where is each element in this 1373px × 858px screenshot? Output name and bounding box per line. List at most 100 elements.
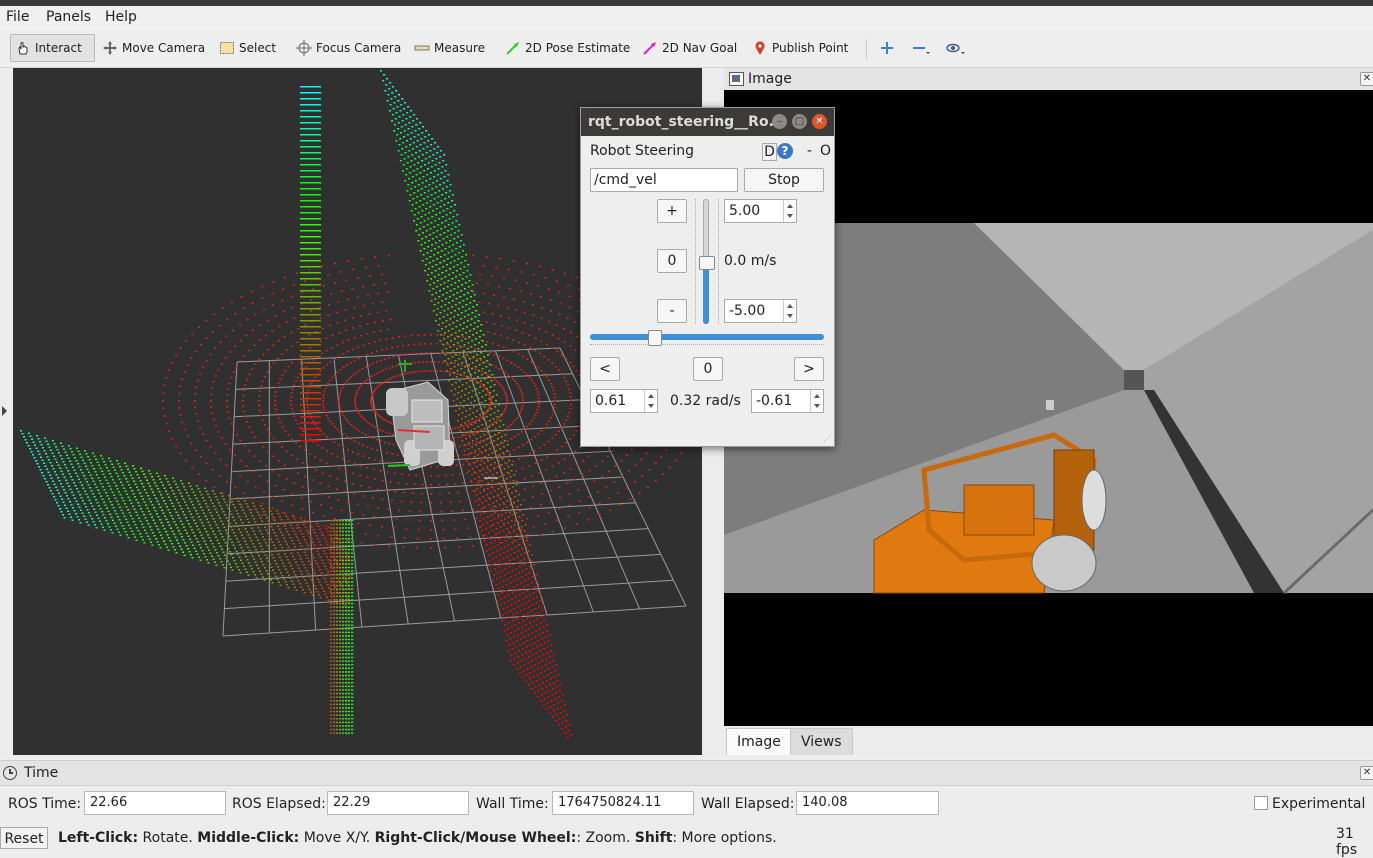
increase-linear-button[interactable]: + bbox=[657, 199, 687, 223]
angular-velocity-readout: 0.32 rad/s bbox=[670, 393, 741, 409]
fps-counter: 31 fps bbox=[1336, 826, 1373, 858]
time-panel: Time ✕ ROS Time: 22.66 ROS Elapsed: 22.2… bbox=[0, 760, 1373, 826]
wall-elapsed-field[interactable]: 140.08 bbox=[796, 791, 939, 815]
stop-button[interactable]: Stop bbox=[744, 168, 824, 192]
select-label: Select bbox=[239, 41, 276, 55]
hand-pointer-icon bbox=[15, 40, 31, 56]
minimize-plugin-button[interactable]: - bbox=[807, 143, 812, 159]
topic-input[interactable]: /cmd_vel bbox=[590, 168, 738, 192]
measure-tool-button[interactable]: Measure bbox=[410, 34, 489, 62]
toolbar-divider bbox=[866, 39, 867, 59]
robot-steering-window-title: rqt_robot_steering__Ro... bbox=[588, 114, 785, 130]
hint-middle-click: Middle-Click: bbox=[197, 830, 299, 846]
experimental-checkbox[interactable] bbox=[1254, 796, 1268, 810]
linear-min-value: -5.00 bbox=[729, 303, 765, 319]
expand-arrow-icon[interactable] bbox=[2, 406, 7, 416]
remove-tool-button[interactable] bbox=[907, 34, 935, 62]
measure-label: Measure bbox=[434, 41, 485, 55]
select-tool-button[interactable]: Select bbox=[215, 34, 280, 62]
time-panel-title: Time bbox=[24, 765, 58, 781]
hint-move: Move X/Y. bbox=[299, 830, 374, 846]
nav-goal-label: 2D Nav Goal bbox=[662, 41, 737, 55]
experimental-label: Experimental bbox=[1272, 796, 1365, 812]
image-panel-titlebar: Image ✕ bbox=[724, 68, 1373, 91]
focus-camera-tool-button[interactable]: Focus Camera bbox=[292, 34, 405, 62]
close-plugin-button[interactable]: O bbox=[820, 143, 831, 159]
ruler-icon bbox=[414, 40, 430, 56]
turn-right-button[interactable]: > bbox=[794, 357, 824, 381]
move-camera-label: Move Camera bbox=[122, 41, 205, 55]
turn-left-button[interactable]: < bbox=[590, 357, 620, 381]
angular-max-spinbox[interactable]: 0.61 bbox=[590, 389, 658, 413]
angular-min-value: -0.61 bbox=[756, 393, 792, 409]
detach-button[interactable]: D bbox=[762, 143, 777, 161]
move-camera-tool-button[interactable]: Move Camera bbox=[98, 34, 209, 62]
eye-icon bbox=[945, 40, 961, 56]
wall-time-field[interactable]: 1764750824.11 bbox=[552, 791, 694, 815]
magenta-arrow-icon bbox=[642, 40, 658, 56]
map-pin-icon bbox=[752, 40, 768, 56]
green-arrow-icon bbox=[505, 40, 521, 56]
move-arrows-icon bbox=[102, 40, 118, 56]
time-panel-close-button[interactable]: ✕ bbox=[1360, 766, 1373, 780]
decrease-linear-button[interactable]: - bbox=[657, 299, 687, 323]
menu-help[interactable]: Help bbox=[105, 9, 137, 25]
pose-estimate-label: 2D Pose Estimate bbox=[525, 41, 630, 55]
time-panel-titlebar: Time ✕ bbox=[0, 761, 1373, 786]
wall-time-label: Wall Time: bbox=[476, 796, 549, 812]
hint-rotate: Rotate. bbox=[138, 830, 197, 846]
linear-slider[interactable] bbox=[695, 199, 719, 324]
help-icon[interactable]: ? bbox=[777, 143, 793, 159]
publish-point-label: Publish Point bbox=[772, 41, 848, 55]
maximize-icon[interactable]: □ bbox=[792, 114, 807, 129]
linear-slider-fill bbox=[703, 262, 709, 325]
plugin-label: Robot Steering bbox=[590, 143, 694, 159]
menu-panels[interactable]: Panels bbox=[46, 9, 91, 25]
reset-button[interactable]: Reset bbox=[0, 827, 48, 849]
robot-steering-titlebar[interactable]: rqt_robot_steering__Ro... – □ ✕ bbox=[581, 108, 834, 136]
toolbar: Interact Move Camera Select Focus Camera… bbox=[0, 31, 1373, 68]
ros-time-field[interactable]: 22.66 bbox=[84, 791, 226, 815]
robot-steering-window: rqt_robot_steering__Ro... – □ ✕ Robot St… bbox=[580, 107, 835, 447]
image-panel-title: Image bbox=[748, 71, 792, 87]
image-panel-close-button[interactable]: ✕ bbox=[1360, 72, 1373, 86]
hint-zoom: : Zoom. bbox=[576, 830, 634, 846]
add-tool-button[interactable] bbox=[875, 34, 903, 62]
nav-goal-tool-button[interactable]: 2D Nav Goal bbox=[638, 34, 741, 62]
linear-velocity-readout: 0.0 m/s bbox=[724, 253, 776, 269]
minimize-icon[interactable]: – bbox=[772, 114, 787, 129]
ros-elapsed-field[interactable]: 22.29 bbox=[327, 791, 469, 815]
angular-max-value: 0.61 bbox=[595, 393, 626, 409]
zero-linear-button[interactable]: 0 bbox=[657, 249, 687, 273]
view-options-button[interactable] bbox=[941, 34, 969, 62]
tab-image[interactable]: Image bbox=[726, 728, 792, 755]
select-box-icon bbox=[219, 40, 235, 56]
left-dock-edge[interactable] bbox=[0, 68, 12, 756]
hint-right-click: Right-Click/Mouse Wheel: bbox=[375, 830, 577, 846]
linear-min-spinbox[interactable]: -5.00 bbox=[724, 299, 797, 323]
front-wheel-left bbox=[386, 388, 408, 416]
resize-grip-icon[interactable]: ⋰ bbox=[823, 434, 831, 443]
linear-max-spinbox[interactable]: 5.00 bbox=[724, 199, 797, 223]
linear-slider-handle[interactable] bbox=[699, 256, 715, 270]
angular-slider[interactable] bbox=[590, 328, 824, 350]
ros-elapsed-label: ROS Elapsed: bbox=[232, 796, 326, 812]
tab-views[interactable]: Views bbox=[790, 728, 853, 755]
close-icon[interactable]: ✕ bbox=[812, 114, 827, 129]
pose-estimate-tool-button[interactable]: 2D Pose Estimate bbox=[501, 34, 634, 62]
crosshair-icon bbox=[296, 40, 312, 56]
publish-point-tool-button[interactable]: Publish Point bbox=[748, 34, 852, 62]
menu-bar: File Panels Help bbox=[0, 6, 1373, 30]
interact-tool-button[interactable]: Interact bbox=[10, 34, 95, 62]
angular-min-spinbox[interactable]: -0.61 bbox=[751, 389, 824, 413]
menu-file[interactable]: File bbox=[6, 9, 29, 25]
ros-time-label: ROS Time: bbox=[8, 796, 81, 812]
hint-more-options: : More options. bbox=[672, 830, 776, 846]
status-bar: Reset Left-Click: Rotate. Middle-Click: … bbox=[0, 826, 1373, 849]
hint-left-click: Left-Click: bbox=[58, 830, 138, 846]
wall-elapsed-label: Wall Elapsed: bbox=[701, 796, 794, 812]
angular-slider-handle[interactable] bbox=[648, 330, 662, 346]
focus-camera-label: Focus Camera bbox=[316, 41, 401, 55]
zero-angular-button[interactable]: 0 bbox=[693, 357, 723, 381]
image-panel-icon bbox=[729, 72, 744, 86]
